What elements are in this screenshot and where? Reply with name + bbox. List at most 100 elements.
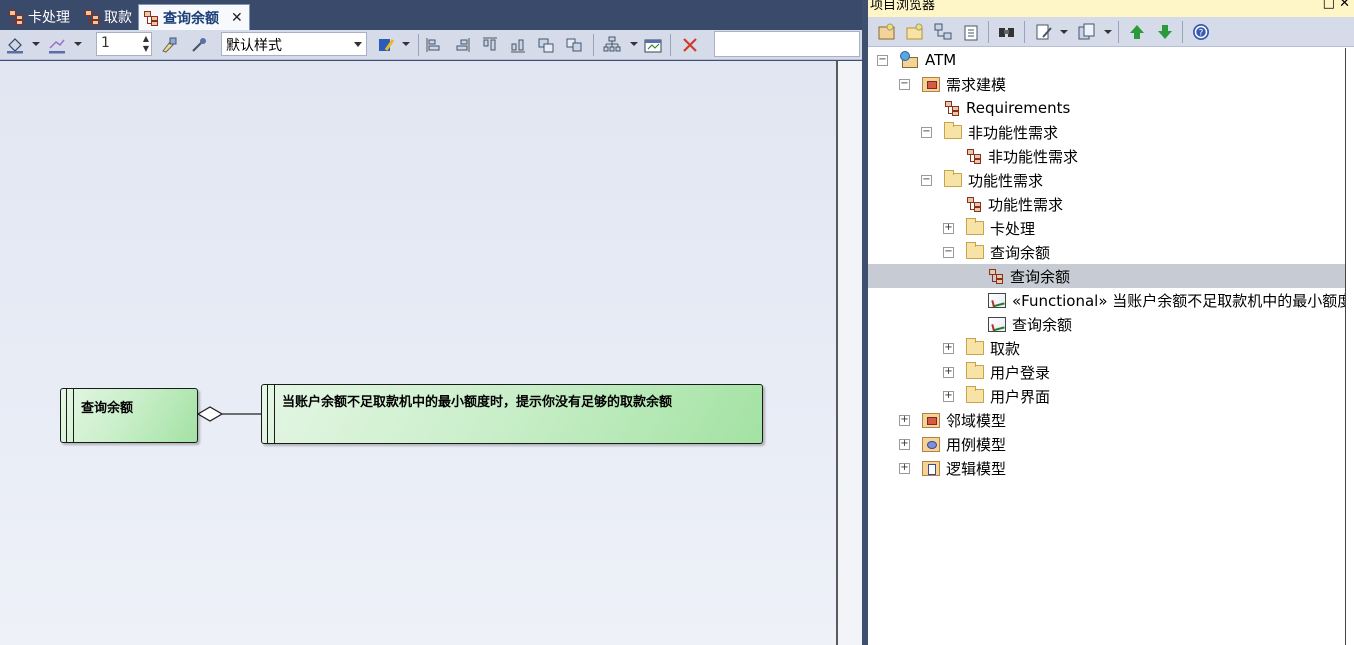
find-icon[interactable] — [998, 23, 1016, 41]
project-tree[interactable]: − ATM − 需求建模 Requirements − 非功能性需求 非功能性需… — [868, 48, 1346, 645]
document-tab-bar: 卡处理 取款 查询余额 ✕ — [0, 0, 862, 30]
tree-node-requirements-diagram[interactable]: Requirements — [944, 96, 1070, 120]
toolbar-separator — [1118, 21, 1119, 43]
close-panel-icon[interactable]: ✕ — [1339, 0, 1350, 11]
tab-label: 取款 — [104, 10, 132, 26]
tree-node-label: 取款 — [990, 339, 1021, 358]
tab-withdraw[interactable]: 取款 — [80, 4, 136, 30]
line-width-stepper[interactable]: 1 ▲ ▼ — [96, 32, 152, 56]
expand-toggle-icon[interactable]: + — [899, 463, 910, 474]
tree-node-user-login[interactable]: 用户登录 — [966, 360, 1050, 384]
same-width-icon[interactable] — [537, 36, 555, 54]
format-painter-icon[interactable] — [160, 36, 178, 54]
align-right-icon[interactable] — [453, 36, 471, 54]
properties-icon[interactable] — [1035, 23, 1053, 41]
toolbar-separator — [1024, 21, 1025, 43]
folder-icon — [966, 338, 984, 355]
collapse-toggle-icon[interactable]: − — [899, 79, 910, 90]
collapse-toggle-icon[interactable]: − — [921, 127, 932, 138]
tree-node-label: 查询余额 — [1010, 267, 1071, 286]
tab-label: 查询余额 — [163, 10, 219, 27]
style-select-value: 默认样式 — [226, 38, 282, 54]
copy-icon[interactable] — [1078, 23, 1096, 41]
align-bottom-icon[interactable] — [509, 36, 527, 54]
expand-toggle-icon[interactable]: + — [943, 223, 954, 234]
tree-node-balance-folder[interactable]: 查询余额 — [966, 240, 1050, 264]
tree-node-domain-model[interactable]: 邻域模型 — [922, 408, 1006, 432]
toolbar-separator — [418, 34, 419, 56]
diagram-icon — [966, 196, 982, 212]
apply-style-dropdown-icon[interactable] — [402, 42, 410, 46]
fill-color-dropdown-icon[interactable] — [32, 42, 40, 46]
expand-toggle-icon[interactable]: + — [899, 439, 910, 450]
requirement-icon — [988, 316, 1006, 332]
tree-node-functional-folder[interactable]: 功能性需求 — [944, 168, 1043, 192]
requirement-element-insufficient-balance[interactable]: 当账户余额不足取款机中的最小额度时，提示你没有足够的取款余额 — [261, 384, 763, 444]
tree-node-nonfunctional-diagram[interactable]: 非功能性需求 — [966, 144, 1078, 168]
requirement-stripe — [267, 385, 275, 443]
diagram-icon — [988, 268, 1004, 284]
chevron-down-icon[interactable] — [354, 42, 362, 47]
tree-node-atm[interactable]: ATM — [900, 48, 956, 72]
move-up-icon[interactable] — [1128, 23, 1146, 41]
tree-node-balance-diagram[interactable]: 查询余额 — [868, 264, 1345, 288]
requirement-element-balance-inquiry[interactable]: 查询余额 — [60, 388, 198, 443]
fill-color-icon[interactable] — [6, 36, 24, 54]
expand-toggle-icon[interactable]: + — [899, 415, 910, 426]
tree-node-requirements-modeling[interactable]: 需求建模 — [922, 72, 1006, 96]
tree-node-logical-model[interactable]: 逻辑模型 — [922, 456, 1006, 480]
tree-node-balance-requirement[interactable]: 查询余额 — [988, 312, 1072, 336]
close-tab-icon[interactable]: ✕ — [231, 10, 243, 26]
move-down-icon[interactable] — [1156, 23, 1174, 41]
style-select[interactable]: 默认样式 — [221, 32, 367, 56]
canvas-vertical-scrollbar[interactable] — [836, 61, 862, 645]
delete-icon[interactable] — [681, 36, 699, 54]
diagram-properties-icon[interactable] — [644, 36, 662, 54]
new-diagram-icon[interactable] — [934, 23, 952, 41]
tree-node-label: 用户登录 — [990, 363, 1051, 382]
panel-title: 项目浏览器 — [870, 0, 936, 13]
expand-toggle-icon[interactable]: + — [943, 367, 954, 378]
toolbar-search-input[interactable] — [714, 31, 860, 57]
same-height-icon[interactable] — [565, 36, 583, 54]
copy-dropdown-icon[interactable] — [1104, 30, 1112, 34]
new-package-icon[interactable] — [906, 23, 924, 41]
help-icon[interactable]: ? — [1192, 23, 1210, 41]
line-color-icon[interactable] — [48, 36, 66, 54]
aggregation-diamond-icon — [196, 406, 224, 422]
collapse-toggle-icon[interactable]: − — [877, 55, 888, 66]
align-top-icon[interactable] — [481, 36, 499, 54]
tree-node-label: 用户界面 — [990, 387, 1051, 406]
new-element-icon[interactable] — [962, 23, 980, 41]
tree-node-functional-requirement[interactable]: «Functional» 当账户余额不足取款机中的最小额度 — [988, 288, 1345, 312]
line-color-dropdown-icon[interactable] — [74, 42, 82, 46]
tree-node-user-interface[interactable]: 用户界面 — [966, 384, 1050, 408]
tab-card-processing[interactable]: 卡处理 — [4, 4, 74, 30]
diagram-canvas[interactable]: 查询余额 当账户余额不足取款机中的最小额度时，提示你没有足够的取款余额 — [0, 61, 836, 645]
tree-node-functional-diagram[interactable]: 功能性需求 — [966, 192, 1063, 216]
tab-label: 卡处理 — [28, 10, 70, 26]
layout-diagram-icon[interactable] — [603, 36, 621, 54]
collapse-toggle-icon[interactable]: − — [921, 175, 932, 186]
collapse-toggle-icon[interactable]: − — [943, 247, 954, 258]
new-model-icon[interactable] — [878, 23, 896, 41]
align-left-icon[interactable] — [425, 36, 443, 54]
eyedropper-icon[interactable] — [190, 36, 208, 54]
diagram-icon — [8, 9, 24, 25]
tree-node-withdraw[interactable]: 取款 — [966, 336, 1020, 360]
tree-node-nonfunctional-folder[interactable]: 非功能性需求 — [944, 120, 1058, 144]
layout-dropdown-icon[interactable] — [630, 42, 638, 46]
domain-package-icon — [922, 412, 940, 428]
tab-balance-inquiry[interactable]: 查询余额 ✕ — [138, 4, 250, 30]
tree-node-label: Requirements — [966, 99, 1071, 117]
apply-style-icon[interactable] — [377, 36, 395, 54]
expand-toggle-icon[interactable]: + — [943, 391, 954, 402]
maximize-icon[interactable]: □ — [1323, 0, 1335, 11]
properties-dropdown-icon[interactable] — [1060, 30, 1068, 34]
tree-node-usecase-model[interactable]: 用例模型 — [922, 432, 1006, 456]
tree-node-label: 邻域模型 — [946, 411, 1007, 430]
folder-icon — [944, 122, 962, 139]
expand-toggle-icon[interactable]: + — [943, 343, 954, 354]
tree-node-card-processing[interactable]: 卡处理 — [966, 216, 1035, 240]
spinner-arrows-icon[interactable]: ▲ ▼ — [143, 34, 149, 54]
